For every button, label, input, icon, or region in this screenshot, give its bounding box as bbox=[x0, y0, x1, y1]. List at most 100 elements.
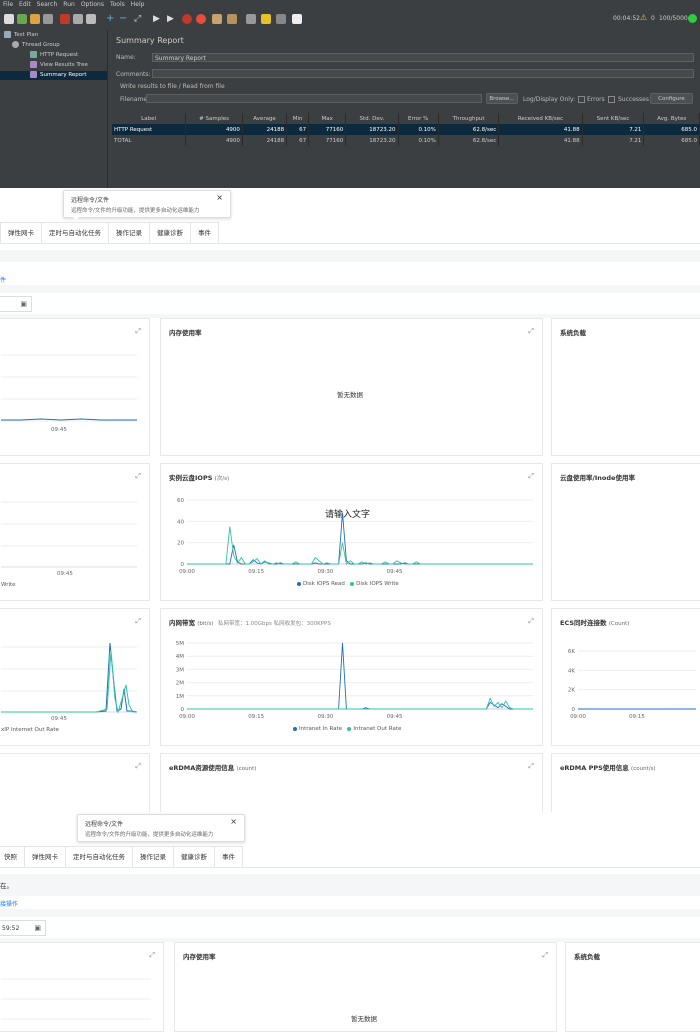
paste-icon[interactable] bbox=[86, 14, 96, 24]
expand-icon[interactable]: + bbox=[106, 14, 116, 24]
successes-checkbox[interactable] bbox=[608, 96, 615, 103]
expand-icon[interactable]: ⤢ bbox=[135, 617, 141, 626]
tab-item[interactable]: 事件 bbox=[190, 222, 219, 243]
tree-node-thread-group[interactable]: Thread Group bbox=[12, 41, 60, 50]
column-header[interactable]: Throughput bbox=[438, 113, 500, 124]
x-tick-label: 09:00 bbox=[179, 714, 195, 720]
menu-options[interactable]: Options bbox=[81, 0, 104, 10]
table-cell: 67 bbox=[286, 135, 310, 146]
menu-tools[interactable]: Tools bbox=[110, 0, 125, 10]
function-helper-icon[interactable] bbox=[276, 14, 286, 24]
column-header[interactable]: Min bbox=[286, 113, 310, 124]
clear-all-icon[interactable] bbox=[227, 14, 237, 24]
tab-item[interactable]: 快照 bbox=[0, 846, 25, 867]
start-icon[interactable]: ▶ bbox=[153, 14, 163, 24]
sampler-icon bbox=[30, 51, 37, 58]
column-header[interactable]: # Samples bbox=[185, 113, 243, 124]
column-header[interactable]: Received KB/sec bbox=[498, 113, 583, 124]
table-row[interactable]: HTTP Request 4900 24188 67 77160 18723.20 0.10… bbox=[112, 124, 700, 135]
expand-icon[interactable]: ⤢ bbox=[135, 327, 141, 336]
tab-item[interactable]: 定时与自动化任务 bbox=[65, 846, 133, 867]
close-icon[interactable]: × bbox=[216, 193, 223, 202]
column-header[interactable]: Max bbox=[308, 113, 347, 124]
series-line-1 bbox=[187, 526, 533, 565]
new-icon[interactable] bbox=[4, 14, 14, 24]
y-tick-label: 0 bbox=[572, 707, 576, 713]
column-header[interactable]: Avg. Bytes bbox=[643, 113, 700, 124]
expand-icon[interactable]: ⤢ bbox=[528, 762, 534, 771]
table-cell: 685.0 bbox=[643, 124, 700, 135]
notice-fragment: 在。 bbox=[0, 882, 13, 890]
card-title: eRDMA PPS使用信息 (count/s) bbox=[560, 764, 656, 772]
elapsed-timer: 00:04:52 bbox=[613, 15, 640, 22]
tab-item[interactable]: 事件 bbox=[214, 846, 243, 867]
cut-icon[interactable] bbox=[60, 14, 70, 24]
column-header[interactable]: Std. Dev. bbox=[345, 113, 399, 124]
tab-item[interactable]: 定时与自动化任务 bbox=[41, 222, 109, 243]
expand-icon[interactable]: ⤢ bbox=[542, 951, 548, 960]
expand-icon[interactable]: ⤢ bbox=[528, 472, 534, 481]
column-header[interactable]: Sent KB/sec bbox=[582, 113, 645, 124]
expand-icon[interactable]: ⤢ bbox=[528, 327, 534, 336]
clear-icon[interactable] bbox=[212, 14, 222, 24]
link-fragment[interactable]: 接操作 bbox=[0, 899, 18, 908]
tree-node-summary-report[interactable]: Summary Report bbox=[0, 71, 107, 80]
save-icon[interactable] bbox=[43, 14, 53, 24]
tab-item[interactable]: 弹性网卡 bbox=[24, 846, 66, 867]
tree-node-test-plan[interactable]: Test Plan bbox=[4, 31, 38, 40]
tab-item[interactable]: 操作记录 bbox=[108, 222, 150, 243]
expand-icon[interactable]: ⤢ bbox=[135, 762, 141, 771]
tab-item[interactable]: 健康诊断 bbox=[173, 846, 215, 867]
card-load: 系统负载 bbox=[551, 318, 700, 456]
expand-icon[interactable]: ⤢ bbox=[135, 472, 141, 481]
comments-input[interactable] bbox=[152, 69, 694, 78]
column-header[interactable]: Error % bbox=[398, 113, 439, 124]
card-title: 内存使用率 bbox=[183, 953, 216, 961]
iops-chart: 0 20 40 60 09:00 09:15 09:30 09:45 bbox=[177, 498, 533, 575]
column-header[interactable]: Average bbox=[242, 113, 288, 124]
name-input[interactable]: Summary Report bbox=[152, 53, 694, 62]
cpu-mini-chart: 09:45 bbox=[1, 354, 137, 433]
tab-item[interactable]: 操作记录 bbox=[132, 846, 174, 867]
date-picker[interactable]: ▣ bbox=[0, 296, 32, 312]
filename-input[interactable] bbox=[146, 94, 482, 103]
errors-checkbox[interactable] bbox=[578, 96, 585, 103]
tab-item[interactable]: 健康诊断 bbox=[149, 222, 191, 243]
menu-run[interactable]: Run bbox=[63, 0, 75, 10]
tree-node-view-results-tree[interactable]: View Results Tree bbox=[30, 61, 88, 70]
card-title: 系统负载 bbox=[574, 953, 600, 961]
configure-button[interactable]: Configure bbox=[650, 93, 693, 104]
menu-help[interactable]: Help bbox=[131, 0, 145, 10]
y-tick-label: 0 bbox=[181, 707, 185, 713]
reset-search-icon[interactable] bbox=[261, 14, 271, 24]
shutdown-icon[interactable] bbox=[196, 14, 206, 24]
table-row[interactable]: TOTAL 4900 24188 67 77160 18723.20 0.10% 62.8/s… bbox=[112, 135, 700, 146]
test-plan-tree: Test Plan Thread Group HTTP Request View… bbox=[0, 30, 108, 188]
start-no-pause-icon[interactable]: ▶ bbox=[167, 14, 177, 24]
open-icon[interactable] bbox=[30, 14, 40, 24]
tab-item[interactable]: 弹性网卡 bbox=[0, 222, 42, 243]
tree-node-http-request[interactable]: HTTP Request bbox=[30, 51, 78, 60]
stop-icon[interactable] bbox=[182, 14, 192, 24]
column-header[interactable]: Label bbox=[112, 113, 187, 124]
menu-search[interactable]: Search bbox=[37, 0, 58, 10]
collapse-icon[interactable]: − bbox=[119, 14, 129, 24]
menu-file[interactable]: File bbox=[3, 0, 13, 10]
expand-icon[interactable]: ⤢ bbox=[149, 951, 155, 960]
tooltip-arrow bbox=[72, 216, 80, 220]
search-icon[interactable] bbox=[246, 14, 256, 24]
menu-edit[interactable]: Edit bbox=[19, 0, 31, 10]
toggle-icon[interactable]: ⤢ bbox=[134, 14, 144, 24]
close-icon[interactable]: × bbox=[230, 817, 237, 826]
help-icon[interactable] bbox=[292, 14, 302, 24]
date-picker[interactable]: 59:52 ▣ bbox=[0, 920, 46, 936]
no-data-text: 暂无数据 bbox=[351, 1015, 377, 1023]
link-fragment[interactable]: 件 bbox=[0, 275, 6, 284]
browse-button[interactable]: Browse... bbox=[486, 93, 518, 104]
expand-icon[interactable]: ⤢ bbox=[528, 617, 534, 626]
copy-icon[interactable] bbox=[73, 14, 83, 24]
name-label: Name: bbox=[116, 54, 136, 61]
write-results-label: Write results to file / Read from file bbox=[120, 83, 225, 90]
templates-icon[interactable] bbox=[17, 14, 27, 24]
ecs-conn-chart: 0 2K 4K 6K 09:00 09:15 bbox=[568, 649, 696, 720]
